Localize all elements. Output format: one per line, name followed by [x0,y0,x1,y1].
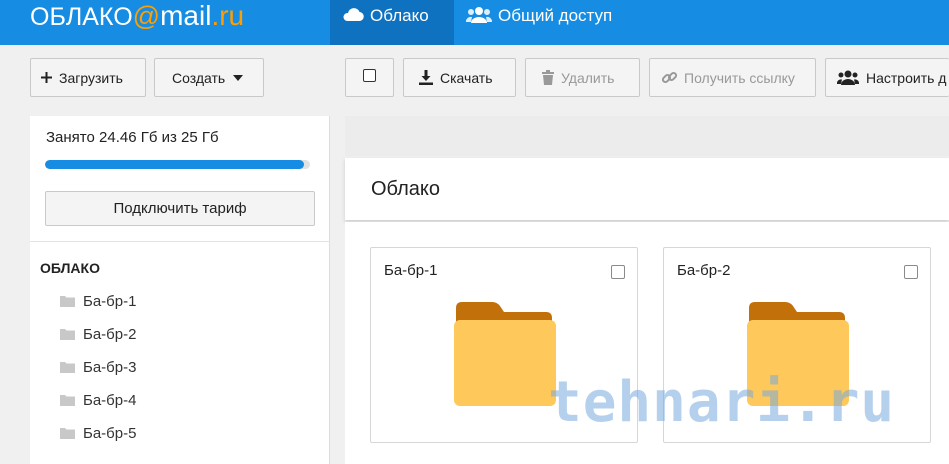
folder-icon [60,394,75,406]
logo[interactable]: ОБЛАКО @ mail .ru [30,0,244,32]
tree-item-folder[interactable]: Ба-бр-4 [60,389,136,411]
plus-icon [41,72,52,83]
tree-item-label: Ба-бр-5 [83,424,137,442]
delete-button-label: Удалить [561,69,615,86]
nav-tab-cloud[interactable]: Облако [330,0,454,45]
cloud-icon [342,6,364,22]
logo-at: @ [132,1,161,31]
watermark: tehnari.ru [548,370,896,435]
get-link-button[interactable]: Получить ссылку [649,58,816,97]
sidebar-divider [30,241,330,242]
logo-text-ru: .ru [211,0,245,31]
main-header-card: Облако [345,158,949,220]
nav-tab-cloud-label: Облако [370,6,429,25]
page-title: Облако [371,178,441,200]
nav-tab-shared-label: Общий доступ [498,6,613,25]
upload-button[interactable]: Загрузить [30,58,146,97]
tree-item-label: Ба-бр-2 [83,325,137,343]
select-all-checkbox[interactable] [363,69,376,82]
download-button-label: Скачать [440,69,493,86]
tree-item-folder[interactable]: Ба-бр-2 [60,323,136,345]
secondary-toolbar [345,116,949,156]
get-link-button-label: Получить ссылку [684,69,795,86]
tree-item-label: Ба-бр-3 [83,358,137,376]
nav-tab-shared[interactable]: Общий доступ [466,0,612,45]
logo-text-cloud: ОБЛАКО [30,3,133,31]
tree-item-label: Ба-бр-4 [83,391,137,409]
delete-button[interactable]: Удалить [525,58,640,97]
create-button-label: Создать [172,69,226,86]
connect-tariff-button[interactable]: Подключить тариф [45,191,315,226]
folder-icon [60,361,75,373]
download-button[interactable]: Скачать [403,58,516,97]
people-icon [466,6,492,24]
folder-tile-name: Ба-бр-2 [677,262,731,279]
folder-icon [60,328,75,340]
select-all-button[interactable] [345,58,394,97]
storage-quota-text: Занято 24.46 Гб из 25 Гб [46,129,219,146]
people-icon [837,70,859,85]
configure-access-button[interactable]: Настроить д [825,58,949,97]
tree-item-folder[interactable]: Ба-бр-3 [60,356,136,378]
upload-button-label: Загрузить [59,69,123,86]
folder-tile-name: Ба-бр-1 [384,262,438,279]
folder-tile-checkbox[interactable] [904,265,918,279]
folder-icon [454,302,556,411]
link-icon [662,70,677,85]
folder-tile-checkbox[interactable] [611,265,625,279]
tree-item-folder[interactable]: Ба-бр-5 [60,422,136,444]
logo-text-mail: mail [160,0,212,31]
storage-quota-bar [45,160,310,169]
download-icon [419,70,433,85]
tree-item-label: Ба-бр-1 [83,292,137,310]
configure-access-button-label: Настроить д [866,69,947,86]
top-header: ОБЛАКО @ mail .ru Облако Общий доступ [0,0,949,45]
trash-icon [542,70,554,85]
caret-down-icon [233,74,244,81]
folder-icon [60,295,75,307]
storage-quota-fill [45,160,305,169]
folder-icon [60,427,75,439]
create-button[interactable]: Создать [154,58,264,97]
folder-tree-title[interactable]: ОБЛАКО [40,260,100,276]
left-sidebar: Занято 24.46 Гб из 25 Гб Подключить тари… [30,116,330,464]
tree-item-folder[interactable]: Ба-бр-1 [60,290,136,312]
